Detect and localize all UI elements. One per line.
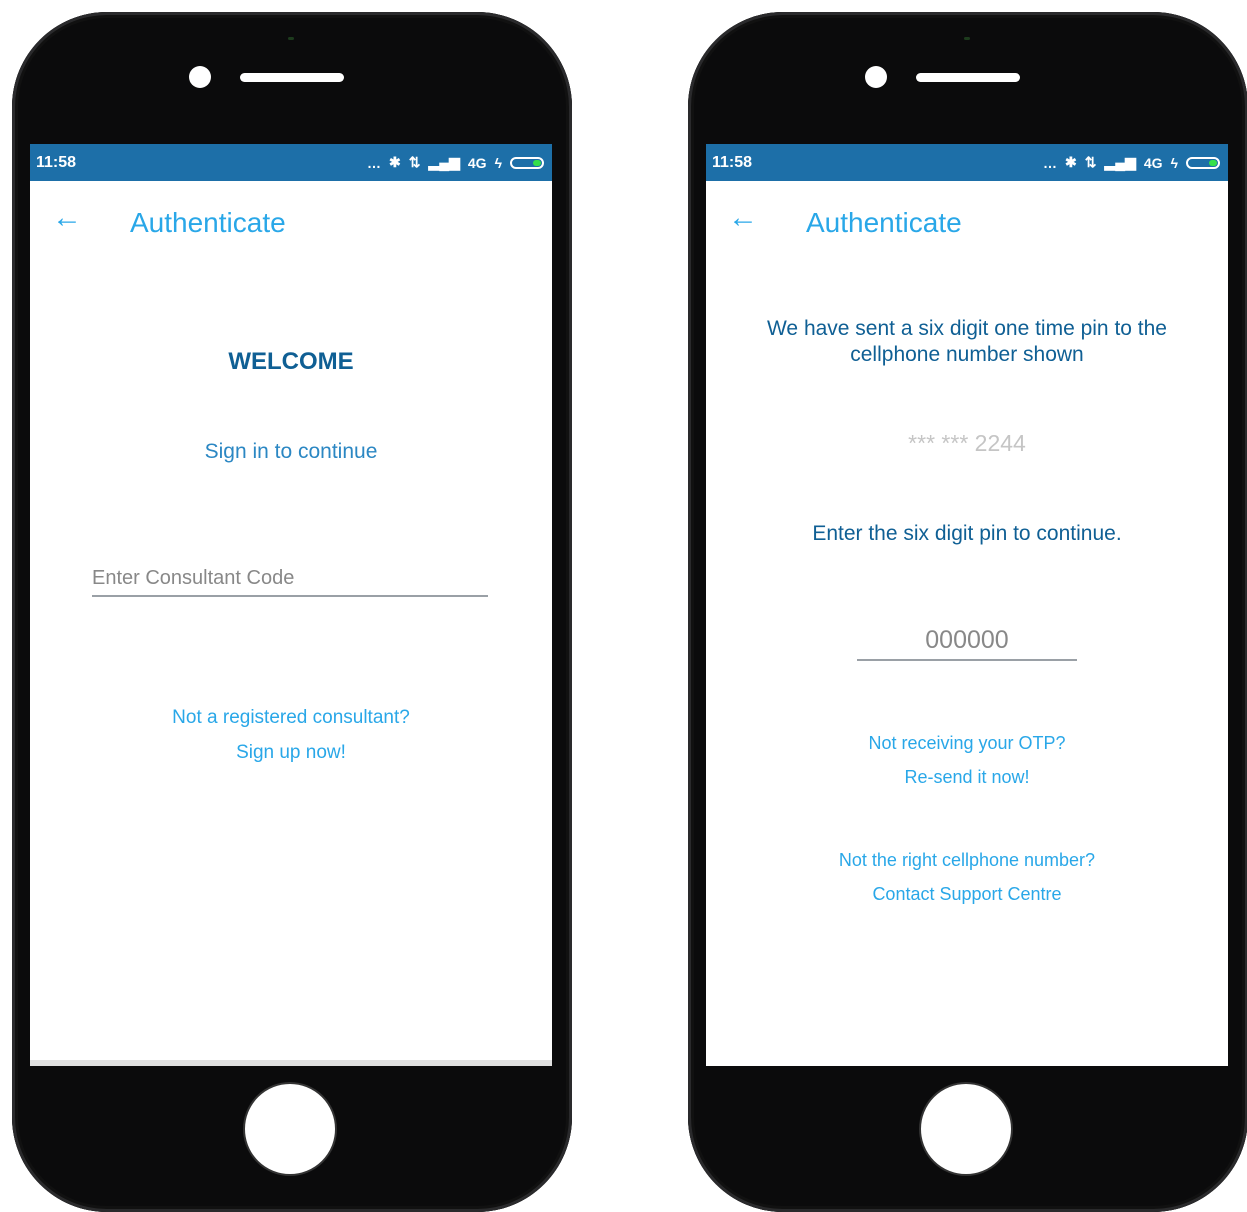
signal-icon: ▂▄▆	[428, 154, 460, 170]
home-button[interactable]	[919, 1082, 1013, 1176]
phone-frame-right: 11:58 … ✱ ⇅ ▂▄▆ 4G ϟ ← Authenticate We h…	[688, 12, 1247, 1212]
charging-icon: ϟ	[1170, 154, 1178, 171]
arrow-left-icon[interactable]: ←	[52, 203, 82, 233]
status-time: 11:58	[712, 153, 753, 171]
resend-otp-link[interactable]: Re-send it now!	[706, 767, 1228, 788]
more-dots-icon: …	[366, 154, 381, 171]
otp-info-text: We have sent a six digit one time pin to…	[766, 317, 1167, 366]
screen-otp: 11:58 … ✱ ⇅ ▂▄▆ 4G ϟ ← Authenticate We h…	[706, 144, 1228, 1066]
signal-icon: ▂▄▆	[1104, 154, 1136, 170]
status-bar: 11:58 … ✱ ⇅ ▂▄▆ 4G ϟ	[30, 144, 552, 181]
welcome-heading: WELCOME	[228, 348, 354, 375]
network-type: 4G	[467, 154, 487, 171]
more-dots-icon: …	[1042, 154, 1057, 171]
register-prompt-link[interactable]: Not a registered consultant?	[30, 707, 552, 729]
otp-not-received-link[interactable]: Not receiving your OTP?	[706, 733, 1228, 754]
sign-in-subtitle: Sign in to continue	[204, 440, 378, 463]
front-camera	[865, 66, 887, 88]
consultant-code-input[interactable]	[92, 561, 488, 597]
enter-pin-instruction: Enter the six digit pin to continue.	[812, 522, 1122, 545]
earpiece-speaker	[916, 73, 1020, 82]
bluetooth-icon: ✱	[1064, 154, 1077, 170]
page-title: Authenticate	[130, 207, 286, 238]
pin-input[interactable]	[857, 621, 1077, 661]
earpiece-speaker	[240, 73, 344, 82]
status-time: 11:58	[36, 153, 77, 171]
data-transfer-icon: ⇅	[1084, 154, 1097, 170]
charging-icon: ϟ	[494, 154, 502, 171]
front-camera	[189, 66, 211, 88]
status-icons: … ✱ ⇅ ▂▄▆ 4G ϟ	[1043, 154, 1220, 171]
status-bar: 11:58 … ✱ ⇅ ▂▄▆ 4G ϟ	[706, 144, 1228, 181]
wrong-number-link[interactable]: Not the right cellphone number?	[706, 850, 1228, 871]
proximity-sensor	[964, 37, 970, 40]
screen-sign-in: 11:58 … ✱ ⇅ ▂▄▆ 4G ϟ ← Authenticate WELC…	[30, 144, 552, 1066]
bluetooth-icon: ✱	[388, 154, 401, 170]
battery-icon	[510, 156, 544, 169]
app-header: ← Authenticate	[30, 181, 552, 265]
phone-frame-left: 11:58 … ✱ ⇅ ▂▄▆ 4G ϟ ← Authenticate WELC…	[12, 12, 572, 1212]
contact-support-link[interactable]: Contact Support Centre	[706, 884, 1228, 905]
screen-bottom-edge	[30, 1060, 552, 1066]
sign-up-link[interactable]: Sign up now!	[30, 742, 552, 764]
arrow-left-icon[interactable]: ←	[728, 203, 758, 233]
app-header: ← Authenticate	[706, 181, 1228, 265]
home-button[interactable]	[243, 1082, 337, 1176]
battery-icon	[1186, 156, 1220, 169]
network-type: 4G	[1143, 154, 1163, 171]
status-icons: … ✱ ⇅ ▂▄▆ 4G ϟ	[367, 154, 544, 171]
proximity-sensor	[288, 37, 294, 40]
page-title: Authenticate	[806, 207, 962, 238]
masked-phone-number: *** *** 2244	[908, 430, 1026, 456]
data-transfer-icon: ⇅	[408, 154, 421, 170]
